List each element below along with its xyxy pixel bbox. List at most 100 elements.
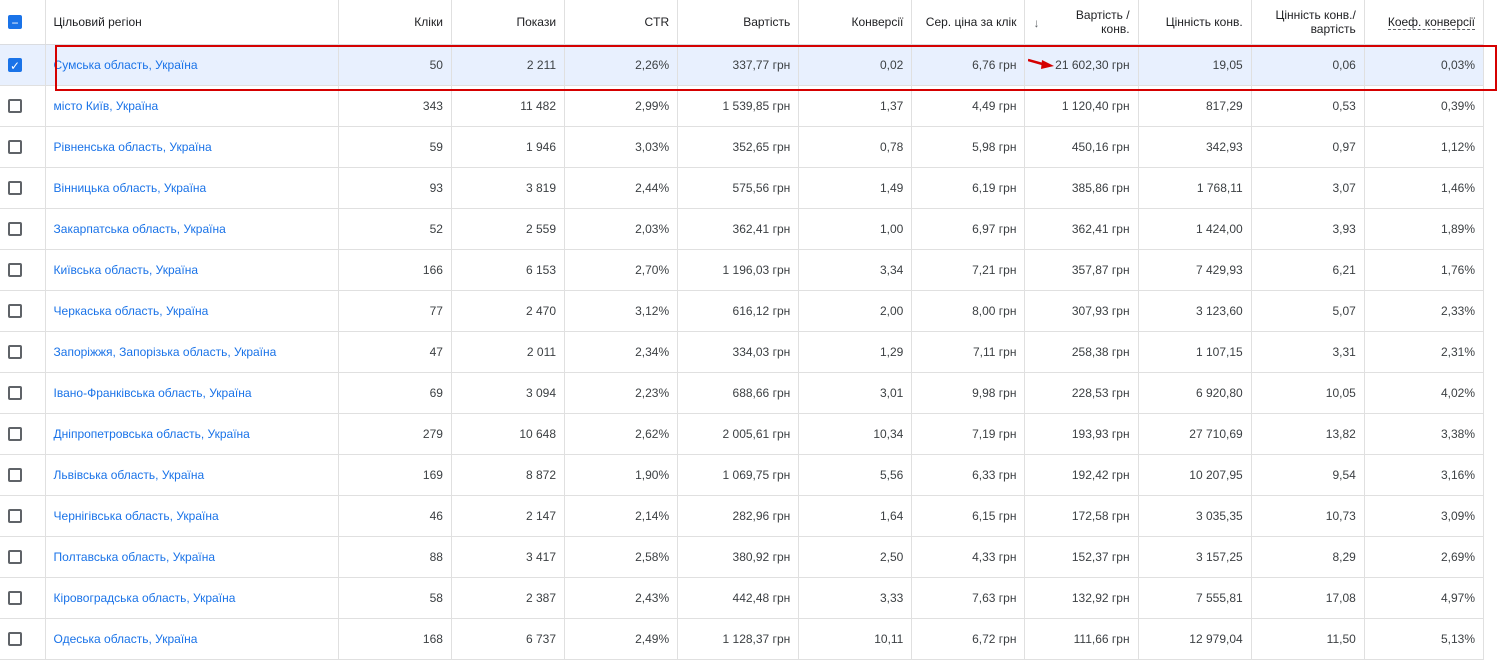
row-checkbox[interactable]: [0, 126, 46, 168]
cell-conv-value: 7 555,81: [1138, 577, 1252, 619]
cell-conv-value: 3 123,60: [1138, 290, 1252, 332]
row-checkbox[interactable]: [0, 577, 46, 619]
cell-clicks: 279: [338, 413, 452, 455]
cell-region[interactable]: Черкаська область, Україна: [45, 290, 339, 332]
cell-region[interactable]: Вінницька область, Україна: [45, 167, 339, 209]
cell-region[interactable]: Закарпатська область, Україна: [45, 208, 339, 250]
cell-cost-per-conv: 362,41 грн: [1024, 208, 1139, 250]
col-ctr[interactable]: CTR: [564, 0, 679, 45]
cell-ctr: 2,70%: [564, 249, 679, 291]
cell-conv-rate: 3,09%: [1364, 495, 1485, 537]
cell-region[interactable]: Запоріжжя, Запорізька область, Україна: [45, 331, 339, 373]
row-checkbox[interactable]: [0, 413, 46, 455]
cell-conversions: 10,34: [798, 413, 913, 455]
table-row: Закарпатська область, Україна 52 2 559 2,03…: [0, 208, 1485, 250]
col-clicks[interactable]: Кліки: [338, 0, 452, 45]
row-checkbox[interactable]: [0, 495, 46, 537]
cell-region[interactable]: Дніпропетровська область, Україна: [45, 413, 339, 455]
cell-conv-rate: 5,13%: [1364, 618, 1485, 660]
cell-region[interactable]: місто Київ, Україна: [45, 85, 339, 127]
cell-region[interactable]: Сумська область, Україна: [45, 44, 339, 86]
cell-clicks: 88: [338, 536, 452, 578]
col-conversions[interactable]: Конверсії: [798, 0, 913, 45]
checkbox-icon: [8, 632, 22, 647]
row-checkbox[interactable]: [0, 290, 46, 332]
cell-impressions: 8 872: [451, 454, 566, 496]
cell-cost: 1 069,75 грн: [677, 454, 800, 496]
cell-ctr: 3,12%: [564, 290, 679, 332]
col-conv-rate[interactable]: Коеф. конверсії: [1364, 0, 1485, 45]
cell-ctr: 2,58%: [564, 536, 679, 578]
cell-impressions: 1 946: [451, 126, 566, 168]
row-checkbox[interactable]: [0, 249, 46, 291]
col-cost-per-conv[interactable]: ↓ Вартість / конв.: [1024, 0, 1139, 45]
cell-avg-cpc: 7,63 грн: [911, 577, 1026, 619]
cell-value-per-cost: 5,07: [1251, 290, 1365, 332]
cell-clicks: 343: [338, 85, 452, 127]
row-checkbox[interactable]: ✓: [0, 44, 46, 86]
cell-region[interactable]: Рівненська область, Україна: [45, 126, 339, 168]
row-checkbox[interactable]: [0, 536, 46, 578]
cell-impressions: 2 559: [451, 208, 566, 250]
table-row: Івано-Франківська область, Україна 69 3 09…: [0, 372, 1485, 414]
cell-clicks: 47: [338, 331, 452, 373]
checkbox-icon: [8, 222, 22, 237]
red-arrow-icon: [1028, 58, 1054, 69]
cell-region[interactable]: Івано-Франківська область, Україна: [45, 372, 339, 414]
table-row: Вінницька область, Україна 93 3 819 2,44% 57…: [0, 167, 1485, 209]
col-conv-value[interactable]: Цінність конв.: [1138, 0, 1252, 45]
cell-cost-per-conv: 450,16 грн: [1024, 126, 1139, 168]
cell-region[interactable]: Кіровоградська область, Україна: [45, 577, 339, 619]
row-checkbox[interactable]: [0, 331, 46, 373]
cell-cost: 2 005,61 грн: [677, 413, 800, 455]
cell-ctr: 2,26%: [564, 44, 679, 86]
cell-cost-per-conv: 1 120,40 грн: [1024, 85, 1139, 127]
row-checkbox[interactable]: [0, 208, 46, 250]
cell-value-per-cost: 3,07: [1251, 167, 1365, 209]
table-row: місто Київ, Україна 343 11 482 2,99% 1 539,8…: [0, 85, 1485, 127]
cell-avg-cpc: 6,97 грн: [911, 208, 1026, 250]
row-checkbox[interactable]: [0, 618, 46, 660]
cell-impressions: 3 819: [451, 167, 566, 209]
cell-region[interactable]: Чернігівська область, Україна: [45, 495, 339, 537]
cell-cost: 352,65 грн: [677, 126, 800, 168]
row-checkbox[interactable]: [0, 85, 46, 127]
regions-table: − Цільовий регіон Кліки Покази CTR Варті…: [0, 0, 1485, 660]
cell-impressions: 2 147: [451, 495, 566, 537]
cell-region[interactable]: Львівська область, Україна: [45, 454, 339, 496]
table-row: Одеська область, Україна 168 6 737 2,49% 1 1…: [0, 618, 1485, 660]
cell-conv-rate: 1,12%: [1364, 126, 1485, 168]
cell-avg-cpc: 8,00 грн: [911, 290, 1026, 332]
cell-conv-rate: 1,89%: [1364, 208, 1485, 250]
cell-region[interactable]: Полтавська область, Україна: [45, 536, 339, 578]
row-checkbox[interactable]: [0, 372, 46, 414]
cell-conv-rate: 4,97%: [1364, 577, 1485, 619]
cell-conv-rate: 0,39%: [1364, 85, 1485, 127]
col-avg-cpc[interactable]: Сер. ціна за клік: [911, 0, 1026, 45]
cell-ctr: 2,14%: [564, 495, 679, 537]
cell-clicks: 52: [338, 208, 452, 250]
cell-value-per-cost: 0,06: [1251, 44, 1365, 86]
table-row: Київська область, Україна 166 6 153 2,70% 1 …: [0, 249, 1485, 291]
checkbox-icon: [8, 99, 22, 114]
cell-conversions: 2,50: [798, 536, 913, 578]
checkbox-icon: [8, 181, 22, 196]
header-row: − Цільовий регіон Кліки Покази CTR Варті…: [0, 0, 1485, 45]
select-all-checkbox[interactable]: −: [0, 0, 46, 45]
cell-avg-cpc: 9,98 грн: [911, 372, 1026, 414]
cell-region[interactable]: Одеська область, Україна: [45, 618, 339, 660]
row-checkbox[interactable]: [0, 167, 46, 209]
col-value-per-cost[interactable]: Цінність конв./вартість: [1251, 0, 1365, 45]
cell-cost-per-conv: 385,86 грн: [1024, 167, 1139, 209]
col-impressions[interactable]: Покази: [451, 0, 566, 45]
cell-cost-per-conv: 357,87 грн: [1024, 249, 1139, 291]
cell-conversions: 1,29: [798, 331, 913, 373]
cell-region[interactable]: Київська область, Україна: [45, 249, 339, 291]
cell-cost-per-conv: 307,93 грн: [1024, 290, 1139, 332]
row-checkbox[interactable]: [0, 454, 46, 496]
cell-ctr: 2,34%: [564, 331, 679, 373]
col-region[interactable]: Цільовий регіон: [45, 0, 339, 45]
col-cost[interactable]: Вартість: [677, 0, 800, 45]
cell-conv-value: 12 979,04: [1138, 618, 1252, 660]
cell-avg-cpc: 6,15 грн: [911, 495, 1026, 537]
